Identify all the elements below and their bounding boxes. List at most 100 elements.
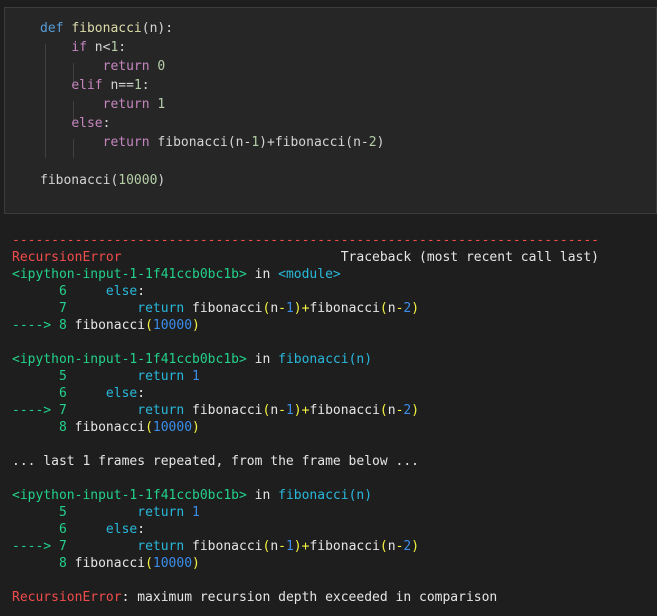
text-token: n== xyxy=(102,78,134,93)
text-token: (n) xyxy=(348,352,373,367)
text-token: fibonacci xyxy=(278,352,349,367)
text-token: fibonacci xyxy=(184,403,263,418)
text-token: : xyxy=(102,116,111,131)
output-line: ----> 7 return fibonacci(n-1)+fibonacci(… xyxy=(12,538,419,555)
text-token: ( xyxy=(379,403,388,418)
text-token: in xyxy=(246,488,279,503)
text-token: if xyxy=(71,40,87,55)
text-token: return xyxy=(74,539,185,554)
text-token: - xyxy=(278,403,286,418)
text-token: fibonacci xyxy=(74,318,146,333)
text-token: ) xyxy=(192,318,200,333)
text-token: n< xyxy=(86,40,111,55)
code-line: if n<1: xyxy=(40,39,126,56)
text-token: )+ xyxy=(293,539,310,554)
text-token: : xyxy=(137,284,146,299)
text-token: : xyxy=(137,522,146,537)
text-token: 1 xyxy=(285,301,294,316)
text-token: (n): xyxy=(141,21,174,36)
code-line: def fibonacci(n): xyxy=(40,20,173,37)
text-token: 10000 xyxy=(152,318,193,333)
text-token: n xyxy=(270,301,279,316)
text-token: fibonacci xyxy=(74,556,146,571)
text-token: n xyxy=(270,539,279,554)
text-token: fibonacci( xyxy=(40,173,119,188)
text-token: fibonacci xyxy=(71,21,142,36)
text-token: 10000 xyxy=(118,173,158,188)
output-line: ... last 1 frames repeated, from the fra… xyxy=(12,453,419,470)
text-token: ( xyxy=(145,420,153,435)
text-token: ( xyxy=(145,318,153,333)
text-token: ----------------------------------------… xyxy=(12,233,599,248)
text-token: else xyxy=(74,522,138,537)
output-line: 6 else: xyxy=(12,385,145,402)
text-token: return xyxy=(74,403,185,418)
text-token: <ipython-input-1-1f41ccb0bc1b> xyxy=(12,488,247,503)
text-token: fibonacci xyxy=(309,539,380,554)
output-line: 6 else: xyxy=(12,283,145,300)
text-token: 8 xyxy=(12,420,75,435)
text-token: n xyxy=(270,403,279,418)
text-token: fibonacci xyxy=(278,488,349,503)
text-token: fibonacci xyxy=(309,403,380,418)
text-token: 1 xyxy=(133,78,142,93)
text-token: n xyxy=(387,301,396,316)
text-token: ----> 7 xyxy=(12,539,75,554)
text-token: RecursionError xyxy=(12,250,122,265)
text-token: ----> 7 xyxy=(12,403,75,418)
code-line: else: xyxy=(40,115,110,132)
text-token: ) xyxy=(192,556,200,571)
text-token: ( xyxy=(379,539,388,554)
text-token: n xyxy=(387,403,396,418)
output-line: ----------------------------------------… xyxy=(12,232,599,249)
output-line: 6 else: xyxy=(12,521,145,538)
text-token: 10000 xyxy=(152,556,193,571)
text-token: ) xyxy=(411,301,420,316)
text-token: 7 xyxy=(12,301,75,316)
output-line: ----> 8 fibonacci(10000) xyxy=(12,317,200,334)
text-token: return xyxy=(102,135,150,150)
text-token: fibonacci xyxy=(184,301,263,316)
text-token: <ipython-input-1-1f41ccb0bc1b> xyxy=(12,352,247,367)
text-token: ... last 1 frames repeated, from the fra… xyxy=(12,454,419,469)
text-token: 6 xyxy=(12,386,75,401)
text-token: fibonacci(n- xyxy=(149,135,252,150)
text-token: 6 xyxy=(12,284,75,299)
text-token: : maximum recursion depth exceeded in co… xyxy=(121,590,498,605)
text-token: ( xyxy=(379,301,388,316)
text-token: 5 xyxy=(12,505,75,520)
text-token: return xyxy=(74,369,185,384)
text-token: else xyxy=(74,386,138,401)
text-token: - xyxy=(278,539,286,554)
output-line: 7 return fibonacci(n-1)+fibonacci(n-2) xyxy=(12,300,419,317)
output-line: RecursionError: maximum recursion depth … xyxy=(12,589,497,606)
text-token: )+ xyxy=(293,403,310,418)
text-token: fibonacci xyxy=(74,420,146,435)
text-token: 10000 xyxy=(152,420,193,435)
text-token: RecursionError xyxy=(12,590,122,605)
output-line: ----> 7 return fibonacci(n-1)+fibonacci(… xyxy=(12,402,419,419)
text-token: 1 xyxy=(157,97,166,112)
text-token: 1 xyxy=(285,403,294,418)
text-token: : xyxy=(141,78,150,93)
text-token: ) xyxy=(376,135,385,150)
text-token: 2 xyxy=(368,135,377,150)
text-token: in xyxy=(246,267,279,282)
text-token: 1 xyxy=(184,505,200,520)
output-line: 8 fibonacci(10000) xyxy=(12,419,200,436)
code-cell[interactable]: def fibonacci(n): if n<1: return 0 elif … xyxy=(4,7,657,214)
text-token: return xyxy=(102,59,150,74)
text-token: fibonacci xyxy=(184,539,263,554)
text-token: 5 xyxy=(12,369,75,384)
text-token: return xyxy=(74,301,185,316)
text-token: Traceback (most recent call last) xyxy=(121,250,600,265)
text-token: 8 xyxy=(12,556,75,571)
text-token: <module> xyxy=(278,267,341,282)
text-token: ) xyxy=(411,403,420,418)
text-token: ) xyxy=(411,539,420,554)
text-token: - xyxy=(278,301,286,316)
